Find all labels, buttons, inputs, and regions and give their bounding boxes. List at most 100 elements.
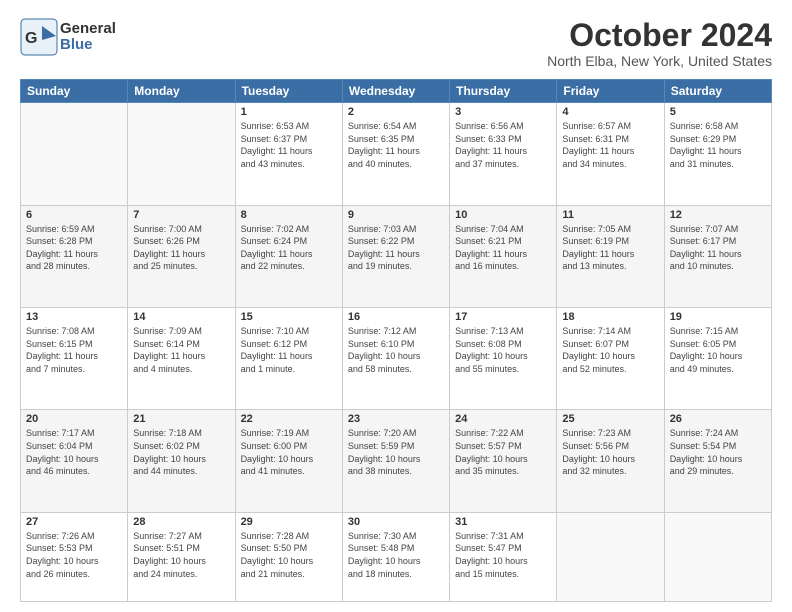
table-row: 28 Sunrise: 7:27 AM Sunset: 5:51 PM Dayli… (128, 512, 235, 601)
day-number: 29 (241, 516, 337, 528)
table-row: 15Sunrise: 7:10 AM Sunset: 6:12 PM Dayli… (235, 308, 342, 410)
day-info: Sunrise: 6:59 AM Sunset: 6:28 PM Dayligh… (26, 223, 122, 273)
table-row: 13 Sunrise: 7:08 AM Sunset: 6:15 PM Dayli… (21, 308, 128, 410)
col-wednesday: Wednesday (342, 80, 449, 103)
day-info: Sunrise: 7:15 AM Sunset: 6:05 PM Dayligh… (670, 325, 766, 375)
table-row: 31Sunrise: 7:31 AM Sunset: 5:47 PM Dayli… (450, 512, 557, 601)
table-row: 18Sunrise: 7:14 AM Sunset: 6:07 PM Dayli… (557, 308, 664, 410)
table-row: 29 Sunrise: 7:28 AM Sunset: 5:50 PM Dayli… (235, 512, 342, 601)
calendar-week-row: 1 Sunrise: 6:53 AM Sunset: 6:37 PM Daylig… (21, 103, 772, 205)
day-number: 11 (562, 209, 658, 221)
table-row: 17 Sunrise: 7:13 AM Sunset: 6:08 PM Dayli… (450, 308, 557, 410)
day-info: Sunrise: 7:02 AM Sunset: 6:24 PM Dayligh… (241, 223, 337, 273)
table-row: 24Sunrise: 7:22 AM Sunset: 5:57 PM Dayli… (450, 410, 557, 512)
col-saturday: Saturday (664, 80, 771, 103)
day-number: 16 (348, 311, 444, 323)
logo-icon: G (20, 18, 58, 56)
calendar-week-row: 13 Sunrise: 7:08 AM Sunset: 6:15 PM Dayli… (21, 308, 772, 410)
day-info: Sunrise: 7:17 AM Sunset: 6:04 PM Dayligh… (26, 427, 122, 477)
table-row: 19Sunrise: 7:15 AM Sunset: 6:05 PM Dayli… (664, 308, 771, 410)
day-number: 3 (455, 106, 551, 118)
day-info: Sunrise: 7:26 AM Sunset: 5:53 PM Dayligh… (26, 530, 122, 580)
day-number: 7 (133, 209, 229, 221)
day-number: 10 (455, 209, 551, 221)
logo: G General Blue (20, 18, 116, 56)
day-number: 9 (348, 209, 444, 221)
table-row: 6 Sunrise: 6:59 AM Sunset: 6:28 PM Daylig… (21, 205, 128, 307)
day-info: Sunrise: 7:07 AM Sunset: 6:17 PM Dayligh… (670, 223, 766, 273)
day-number: 23 (348, 413, 444, 425)
calendar-header-row: Sunday Monday Tuesday Wednesday Thursday… (21, 80, 772, 103)
day-number: 2 (348, 106, 444, 118)
calendar-week-row: 20Sunrise: 7:17 AM Sunset: 6:04 PM Dayli… (21, 410, 772, 512)
logo-general: General (60, 21, 116, 38)
svg-text:G: G (25, 30, 37, 47)
table-row: 21 Sunrise: 7:18 AM Sunset: 6:02 PM Dayli… (128, 410, 235, 512)
day-number: 15 (241, 311, 337, 323)
day-info: Sunrise: 7:03 AM Sunset: 6:22 PM Dayligh… (348, 223, 444, 273)
month-title: October 2024 (547, 18, 772, 53)
table-row: 8 Sunrise: 7:02 AM Sunset: 6:24 PM Daylig… (235, 205, 342, 307)
day-info: Sunrise: 7:09 AM Sunset: 6:14 PM Dayligh… (133, 325, 229, 375)
day-info: Sunrise: 7:27 AM Sunset: 5:51 PM Dayligh… (133, 530, 229, 580)
table-row: 7 Sunrise: 7:00 AM Sunset: 6:26 PM Daylig… (128, 205, 235, 307)
table-row (664, 512, 771, 601)
day-number: 12 (670, 209, 766, 221)
table-row: 2 Sunrise: 6:54 AM Sunset: 6:35 PM Daylig… (342, 103, 449, 205)
day-info: Sunrise: 7:20 AM Sunset: 5:59 PM Dayligh… (348, 427, 444, 477)
table-row: 22Sunrise: 7:19 AM Sunset: 6:00 PM Dayli… (235, 410, 342, 512)
day-number: 14 (133, 311, 229, 323)
table-row: 4 Sunrise: 6:57 AM Sunset: 6:31 PM Daylig… (557, 103, 664, 205)
table-row: 20Sunrise: 7:17 AM Sunset: 6:04 PM Dayli… (21, 410, 128, 512)
day-number: 6 (26, 209, 122, 221)
table-row: 10 Sunrise: 7:04 AM Sunset: 6:21 PM Dayli… (450, 205, 557, 307)
table-row: 30Sunrise: 7:30 AM Sunset: 5:48 PM Dayli… (342, 512, 449, 601)
day-info: Sunrise: 6:57 AM Sunset: 6:31 PM Dayligh… (562, 120, 658, 170)
day-number: 28 (133, 516, 229, 528)
day-info: Sunrise: 7:24 AM Sunset: 5:54 PM Dayligh… (670, 427, 766, 477)
col-tuesday: Tuesday (235, 80, 342, 103)
day-info: Sunrise: 7:30 AM Sunset: 5:48 PM Dayligh… (348, 530, 444, 580)
table-row: 9 Sunrise: 7:03 AM Sunset: 6:22 PM Daylig… (342, 205, 449, 307)
day-info: Sunrise: 6:54 AM Sunset: 6:35 PM Dayligh… (348, 120, 444, 170)
col-monday: Monday (128, 80, 235, 103)
day-info: Sunrise: 7:08 AM Sunset: 6:15 PM Dayligh… (26, 325, 122, 375)
day-info: Sunrise: 7:00 AM Sunset: 6:26 PM Dayligh… (133, 223, 229, 273)
day-number: 5 (670, 106, 766, 118)
day-info: Sunrise: 6:58 AM Sunset: 6:29 PM Dayligh… (670, 120, 766, 170)
calendar-table: Sunday Monday Tuesday Wednesday Thursday… (20, 79, 772, 602)
day-number: 25 (562, 413, 658, 425)
table-row: 25 Sunrise: 7:23 AM Sunset: 5:56 PM Dayli… (557, 410, 664, 512)
day-number: 26 (670, 413, 766, 425)
table-row: 11 Sunrise: 7:05 AM Sunset: 6:19 PM Dayli… (557, 205, 664, 307)
day-number: 31 (455, 516, 551, 528)
page: G General Blue October 2024 North Elba, … (0, 0, 792, 612)
table-row: 16 Sunrise: 7:12 AM Sunset: 6:10 PM Dayli… (342, 308, 449, 410)
table-row (557, 512, 664, 601)
day-info: Sunrise: 7:28 AM Sunset: 5:50 PM Dayligh… (241, 530, 337, 580)
day-info: Sunrise: 7:05 AM Sunset: 6:19 PM Dayligh… (562, 223, 658, 273)
table-row: 23 Sunrise: 7:20 AM Sunset: 5:59 PM Dayli… (342, 410, 449, 512)
calendar-week-row: 6 Sunrise: 6:59 AM Sunset: 6:28 PM Daylig… (21, 205, 772, 307)
day-number: 13 (26, 311, 122, 323)
table-row: 12 Sunrise: 7:07 AM Sunset: 6:17 PM Dayli… (664, 205, 771, 307)
day-info: Sunrise: 7:12 AM Sunset: 6:10 PM Dayligh… (348, 325, 444, 375)
table-row: 5 Sunrise: 6:58 AM Sunset: 6:29 PM Daylig… (664, 103, 771, 205)
day-info: Sunrise: 6:53 AM Sunset: 6:37 PM Dayligh… (241, 120, 337, 170)
day-number: 1 (241, 106, 337, 118)
logo-blue: Blue (60, 37, 116, 54)
day-info: Sunrise: 7:04 AM Sunset: 6:21 PM Dayligh… (455, 223, 551, 273)
day-number: 21 (133, 413, 229, 425)
day-number: 4 (562, 106, 658, 118)
table-row: 3Sunrise: 6:56 AM Sunset: 6:33 PM Daylig… (450, 103, 557, 205)
title-block: October 2024 North Elba, New York, Unite… (547, 18, 772, 69)
day-info: Sunrise: 7:23 AM Sunset: 5:56 PM Dayligh… (562, 427, 658, 477)
day-number: 8 (241, 209, 337, 221)
day-info: Sunrise: 7:14 AM Sunset: 6:07 PM Dayligh… (562, 325, 658, 375)
day-number: 22 (241, 413, 337, 425)
day-info: Sunrise: 7:18 AM Sunset: 6:02 PM Dayligh… (133, 427, 229, 477)
day-number: 17 (455, 311, 551, 323)
col-thursday: Thursday (450, 80, 557, 103)
day-info: Sunrise: 7:13 AM Sunset: 6:08 PM Dayligh… (455, 325, 551, 375)
location: North Elba, New York, United States (547, 53, 772, 69)
